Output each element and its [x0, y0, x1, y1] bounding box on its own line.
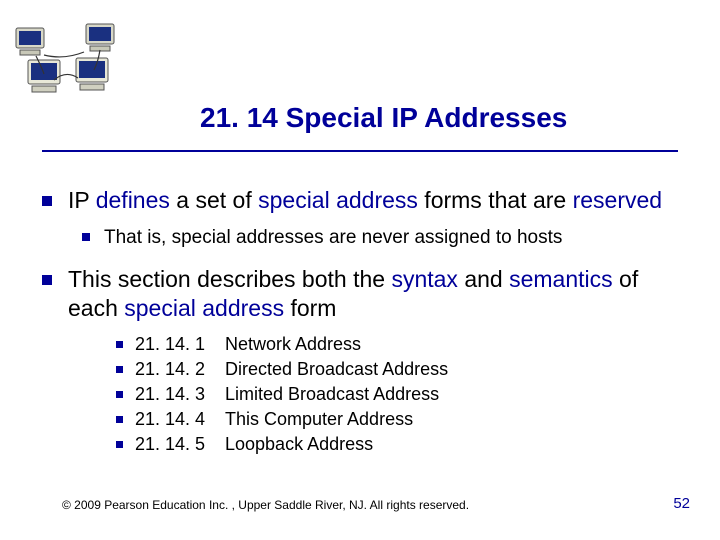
slide-title: 21. 14 Special IP Addresses [200, 102, 567, 134]
square-bullet-icon [116, 341, 123, 348]
list-item: 21. 14. 3 Limited Broadcast Address [116, 384, 682, 405]
slide-body: IP defines a set of special address form… [42, 186, 682, 459]
networked-computers-icon [14, 20, 124, 100]
square-bullet-icon [42, 196, 52, 206]
section-number: 21. 14. 3 [135, 384, 225, 405]
section-number: 21. 14. 5 [135, 434, 225, 455]
page-number: 52 [673, 495, 690, 512]
bullet-level1: IP defines a set of special address form… [42, 186, 682, 216]
title-underline [42, 150, 678, 152]
square-bullet-icon [82, 233, 90, 241]
square-bullet-icon [116, 366, 123, 373]
section-label: Limited Broadcast Address [225, 384, 439, 405]
section-label: Loopback Address [225, 434, 373, 455]
square-bullet-icon [42, 275, 52, 285]
list-item: 21. 14. 2 Directed Broadcast Address [116, 359, 682, 380]
square-bullet-icon [116, 391, 123, 398]
copyright-footer: © 2009 Pearson Education Inc. , Upper Sa… [62, 498, 469, 512]
list-item: 21. 14. 5 Loopback Address [116, 434, 682, 455]
square-bullet-icon [116, 441, 123, 448]
section-label: Network Address [225, 334, 361, 355]
bullet-level1: This section describes both the syntax a… [42, 265, 682, 325]
bullet-text: IP defines a set of special address form… [68, 186, 662, 216]
bullet-level2: That is, special addresses are never ass… [82, 226, 682, 251]
section-label: This Computer Address [225, 409, 413, 430]
bullet-text: That is, special addresses are never ass… [104, 226, 562, 251]
bullet-text: This section describes both the syntax a… [68, 265, 682, 325]
section-number: 21. 14. 1 [135, 334, 225, 355]
list-item: 21. 14. 1 Network Address [116, 334, 682, 355]
section-number: 21. 14. 2 [135, 359, 225, 380]
section-label: Directed Broadcast Address [225, 359, 448, 380]
section-number: 21. 14. 4 [135, 409, 225, 430]
list-item: 21. 14. 4 This Computer Address [116, 409, 682, 430]
subsection-list: 21. 14. 1 Network Address 21. 14. 2 Dire… [116, 334, 682, 455]
square-bullet-icon [116, 416, 123, 423]
